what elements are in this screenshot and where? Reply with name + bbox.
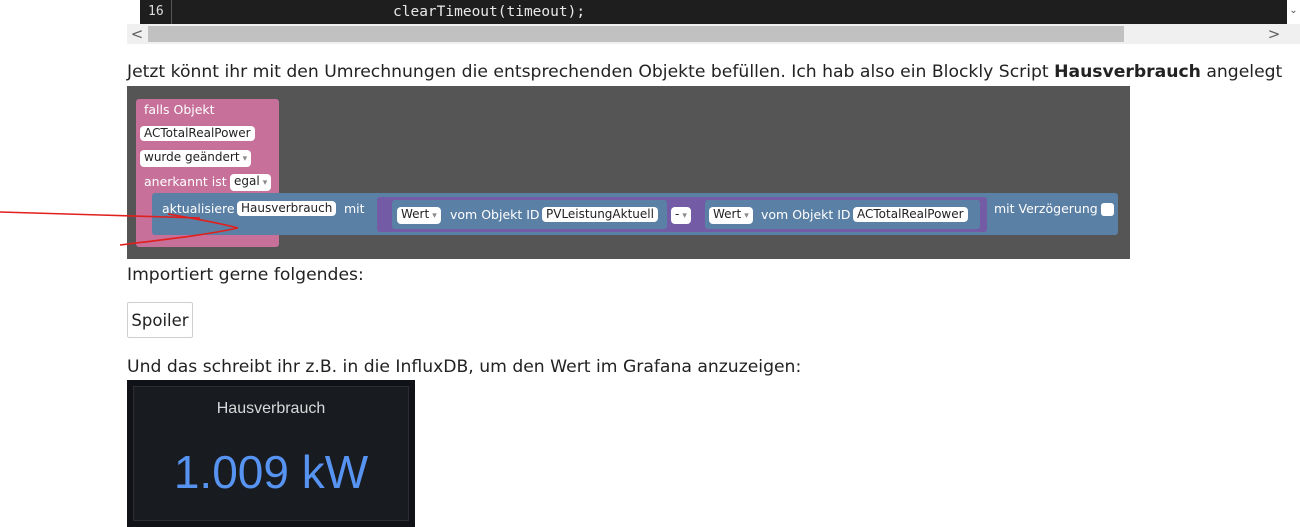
grafana-stat-panel: Hausverbrauch 1.009 kW [127, 380, 415, 527]
grafana-panel-frame: Hausverbrauch 1.009 kW [133, 386, 409, 521]
post-paragraph-3: Und das schreibt ihr z.B. in die InfluxD… [127, 357, 802, 377]
from-object-label-a: vom Objekt ID [450, 207, 540, 222]
spoiler-button[interactable]: Spoiler [127, 302, 193, 338]
scrollbar-thumb[interactable] [148, 26, 1124, 42]
object-a-field: PVLeistungAktuell [542, 207, 658, 222]
stat-value: 1.009 kW [173, 446, 369, 498]
delay-checkbox [1101, 203, 1114, 216]
script-name: Hausverbrauch [1054, 62, 1201, 82]
chevron-down-icon[interactable]: ⌄ [1287, 0, 1300, 24]
paragraph-text: Jetzt könnt ihr mit den Umrechnungen die… [127, 62, 1055, 82]
value-dropdown-b: Wert ▾ [709, 207, 753, 224]
delay-label: mit Verzögerung [994, 201, 1098, 216]
ack-dropdown: egal ▾ [230, 174, 272, 191]
value-dropdown-a: Wert ▾ [397, 207, 441, 224]
if-object-label: falls Objekt [144, 102, 215, 117]
changed-dropdown: wurde geändert ▾ [140, 150, 252, 167]
with-label: mit [344, 201, 365, 216]
code-line: clearTimeout(timeout); [393, 4, 586, 20]
operator-dropdown: - ▾ [671, 207, 691, 224]
post-paragraph-1: Jetzt könnt ihr mit den Umrechnungen die… [127, 62, 1282, 82]
blockly-screenshot: falls Objekt ACTotalRealPower wurde geän… [127, 86, 1130, 259]
scroll-right-icon[interactable]: > [1264, 24, 1284, 44]
paragraph-text-end: angelegt [1200, 62, 1283, 82]
object-b-field: ACTotalRealPower [853, 207, 968, 222]
trigger-object-field: ACTotalRealPower [140, 126, 255, 141]
acknowledged-label: anerkannt ist [144, 174, 227, 189]
scroll-left-icon[interactable]: < [127, 24, 147, 44]
horizontal-scrollbar[interactable]: < > [127, 24, 1300, 44]
code-block: 16 clearTimeout(timeout); [140, 0, 1287, 24]
line-number: 16 [140, 0, 172, 24]
post-paragraph-2: Importiert gerne folgendes: [127, 265, 364, 285]
from-object-label-b: vom Objekt ID [761, 207, 851, 222]
panel-title: Hausverbrauch [216, 400, 326, 417]
annotation-arrow-icon [0, 211, 239, 246]
